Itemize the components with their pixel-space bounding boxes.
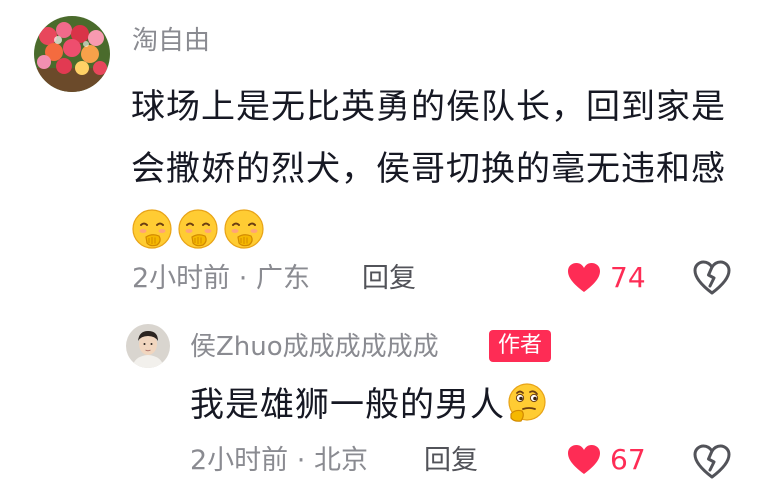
reply-username[interactable]: 侯Zhuo成成成成成成 <box>190 330 439 364</box>
comment-avatar[interactable] <box>34 16 110 92</box>
heart-icon <box>568 263 600 292</box>
broken-heart-icon[interactable] <box>692 258 732 298</box>
giggle-emoji-icon <box>223 208 265 250</box>
meta-separator: · <box>238 263 248 294</box>
reply-time: 2小时前 <box>190 445 289 476</box>
reply-text-block: 我是雄狮一般的男人 <box>190 378 551 432</box>
like-count: 74 <box>610 261 646 294</box>
heart-icon <box>568 445 600 474</box>
comment-time: 2小时前 <box>132 263 231 294</box>
reply-reply-button[interactable]: 回复 <box>424 444 478 478</box>
author-badge: 作者 <box>489 330 552 362</box>
reply-button[interactable]: 回复 <box>362 262 416 296</box>
person-photo-avatar-icon <box>126 324 170 368</box>
reply-like-count: 67 <box>610 443 646 476</box>
comment-text: 球场上是无比英勇的侯队长，回到家是会撒娇的烈犬，侯哥切换的毫无违和感 <box>131 87 726 189</box>
comment-location: 广东 <box>255 263 310 294</box>
giggle-emoji-icon <box>131 208 173 250</box>
comment-username[interactable]: 淘自由 <box>132 24 210 58</box>
thinking-emoji-icon <box>505 382 547 424</box>
comment-text-block: 球场上是无比英勇的侯队长，回到家是会撒娇的烈犬，侯哥切换的毫无违和感 <box>131 76 731 262</box>
reply-avatar[interactable] <box>126 324 170 368</box>
reply-meta: 2小时前 · 北京 <box>190 444 368 478</box>
broken-heart-icon[interactable] <box>692 442 732 482</box>
reply-text: 我是雄狮一般的男人 <box>190 385 505 425</box>
like-button[interactable]: 74 <box>566 258 646 298</box>
reply-location: 北京 <box>313 445 368 476</box>
flower-bouquet-avatar-icon <box>34 16 110 92</box>
comment-meta: 2小时前 · 广东 <box>132 262 310 296</box>
meta-separator: · <box>296 445 306 476</box>
giggle-emoji-icon <box>177 208 219 250</box>
reply-like-button[interactable]: 67 <box>566 440 646 480</box>
